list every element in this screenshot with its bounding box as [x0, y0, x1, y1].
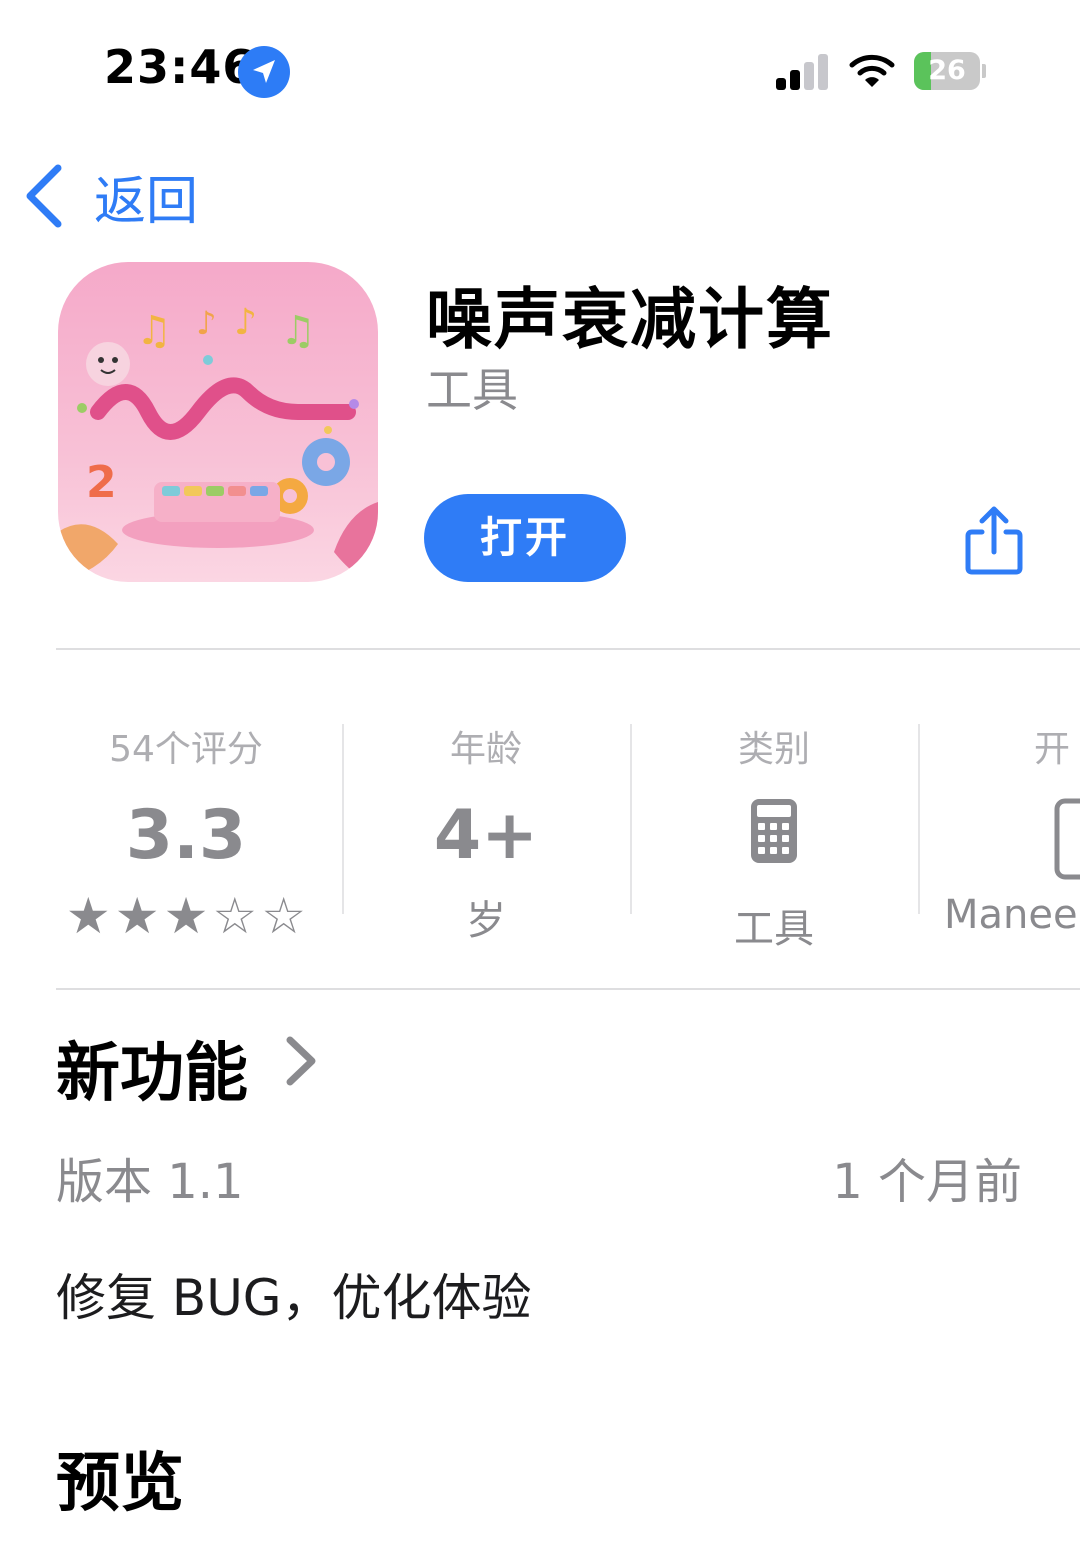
- back-button[interactable]: 返回: [20, 160, 198, 232]
- ratings-summary[interactable]: 54个评分 3.3 ★ ★ ★ ☆ ☆: [42, 720, 330, 946]
- open-button[interactable]: 打开: [424, 494, 626, 582]
- app-title: 噪声衰减计算: [426, 281, 834, 358]
- rating-value: 3.3: [125, 796, 247, 875]
- status-time: 23:46: [104, 40, 256, 94]
- star-filled-icon: ★: [114, 887, 160, 945]
- age-value: 4+: [433, 796, 539, 875]
- info-separator: [918, 724, 920, 914]
- age-unit: 岁: [466, 898, 506, 944]
- svg-text:2: 2: [86, 457, 117, 508]
- developer-info[interactable]: 开 Manee: [944, 720, 1080, 950]
- release-notes: 修复 BUG，优化体验: [56, 1269, 532, 1327]
- developer-label: 开: [1034, 729, 1071, 770]
- svg-text:♪: ♪: [234, 302, 257, 343]
- star-filled-icon: ★: [65, 887, 111, 945]
- chevron-left-icon: [26, 164, 62, 228]
- wifi-icon: [848, 52, 896, 90]
- category-value: 工具: [734, 906, 814, 952]
- whats-new-title[interactable]: 新功能: [56, 1022, 248, 1114]
- category-info[interactable]: 类别 工具: [630, 720, 918, 954]
- age-label: 年龄: [449, 729, 522, 770]
- back-label: 返回: [94, 171, 199, 232]
- battery-icon: 26: [914, 52, 986, 90]
- version-label: 版本 1.1: [56, 1154, 244, 1210]
- info-divider: [56, 988, 1080, 990]
- ratings-count-label: 54个评分: [109, 729, 263, 770]
- svg-text:♫: ♫: [136, 308, 172, 354]
- star-filled-icon: ★: [163, 887, 209, 945]
- header-divider: [56, 648, 1080, 650]
- release-date: 1 个月前: [832, 1154, 1022, 1210]
- chevron-right-icon[interactable]: [284, 1034, 318, 1088]
- share-icon[interactable]: [964, 506, 1024, 576]
- svg-text:♪: ♪: [196, 304, 216, 342]
- location-arrow-icon: [238, 46, 290, 98]
- app-category: 工具: [426, 363, 518, 417]
- category-label: 类别: [737, 729, 810, 770]
- age-rating[interactable]: 年龄 4+ 岁: [342, 720, 630, 946]
- svg-text:♫: ♫: [280, 308, 316, 354]
- star-empty-icon: ☆: [212, 887, 258, 945]
- battery-percent: 26: [928, 55, 966, 86]
- cellular-signal-icon: [774, 52, 830, 92]
- developer-name: Manee: [944, 892, 1078, 938]
- preview-title: 预览: [56, 1447, 184, 1521]
- app-icon: ♫ ♪ ♪ ♫ 2: [58, 262, 378, 582]
- star-rating: ★ ★ ★ ☆ ☆: [42, 886, 330, 946]
- calculator-icon: [630, 798, 918, 870]
- star-empty-icon: ☆: [261, 887, 307, 945]
- developer-icon: [944, 798, 1080, 880]
